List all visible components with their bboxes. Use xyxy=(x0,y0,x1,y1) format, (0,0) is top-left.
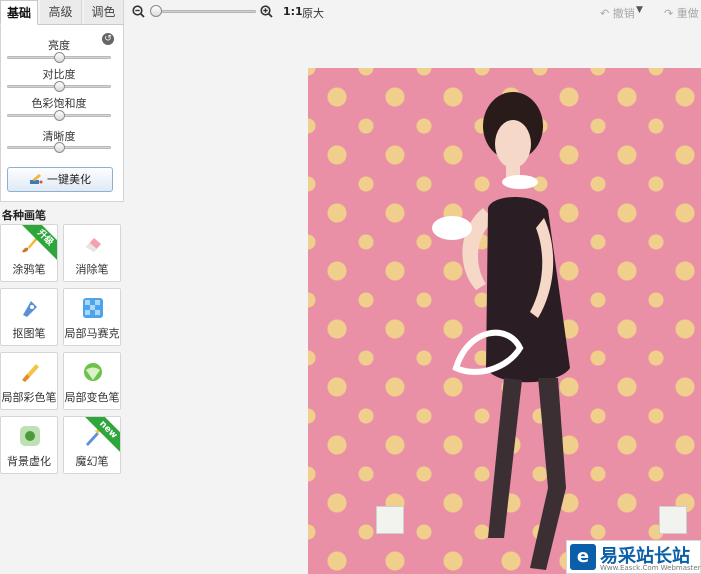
sharpness-slider-thumb[interactable] xyxy=(54,142,65,153)
contrast-label: 对比度 xyxy=(42,68,76,81)
redo-button[interactable]: ↷ 重做 xyxy=(664,5,699,21)
zoom-out-icon[interactable] xyxy=(132,5,145,18)
contrast-slider[interactable] xyxy=(7,81,111,92)
zoom-in-icon[interactable] xyxy=(260,5,273,18)
contrast-slider-thumb[interactable] xyxy=(54,81,65,92)
local-recolor-brush-tool[interactable]: 局部变色笔 xyxy=(63,352,121,410)
local-color-brush-tool[interactable]: 局部彩色笔 xyxy=(0,352,58,410)
wall-outlet xyxy=(376,506,404,534)
brushes-title: 各种画笔 xyxy=(2,209,46,222)
eraser-icon xyxy=(86,238,101,252)
cutout-pen-tool[interactable]: 抠图笔 xyxy=(0,288,58,346)
portrait-figure xyxy=(432,92,570,570)
redo-icon: ↷ xyxy=(664,7,677,20)
tab-advanced[interactable]: 高级 xyxy=(40,0,82,24)
zoom-slider-thumb[interactable] xyxy=(150,5,162,17)
actual-size-button[interactable]: 1:1 xyxy=(283,5,303,18)
magic-brush-tool[interactable]: new 魔幻笔 xyxy=(63,416,121,474)
background-blur-label: 背景虚化 xyxy=(7,455,51,468)
panel-tabs: 基础 高级 调色 xyxy=(0,0,124,25)
color-brush-icon xyxy=(22,364,39,382)
doodle-brush-label: 涂鸦笔 xyxy=(12,263,46,276)
brightness-label: 亮度 xyxy=(48,39,70,52)
tab-color[interactable]: 调色 xyxy=(84,0,124,24)
undo-icon: ↶ xyxy=(600,7,613,20)
top-toolbar: 1:1 原大 ↶ 撤销 ▼ ↷ 重做 xyxy=(124,0,701,24)
cutout-pen-label: 抠图笔 xyxy=(12,327,46,340)
undo-button[interactable]: ↶ 撤销 xyxy=(600,5,635,21)
blur-background-icon xyxy=(20,426,40,446)
zoom-slider[interactable] xyxy=(156,10,256,13)
beautify-wand-icon xyxy=(30,174,43,184)
sharpness-slider[interactable] xyxy=(7,142,111,153)
local-color-brush-label: 局部彩色笔 xyxy=(1,391,57,404)
eraser-tool[interactable]: 消除笔 xyxy=(63,224,121,282)
background-blur-tool[interactable]: 背景虚化 xyxy=(0,416,58,474)
undo-dropdown-icon[interactable]: ▼ xyxy=(636,5,643,15)
local-recolor-brush-label: 局部变色笔 xyxy=(64,391,120,404)
site-subtitle: Www.Easck.Com Webmaster xyxy=(600,564,701,572)
brightness-slider-thumb[interactable] xyxy=(54,52,65,63)
saturation-slider[interactable] xyxy=(7,110,111,121)
one-click-beautify-button[interactable]: 一键美化 xyxy=(7,167,113,192)
site-watermark: e 易采站长站 Www.Easck.Com Webmaster xyxy=(566,540,701,574)
doodle-brush-tool[interactable]: 升级 涂鸦笔 xyxy=(0,224,58,282)
tab-basic[interactable]: 基础 xyxy=(0,0,38,25)
local-mosaic-label: 局部马赛克 xyxy=(64,327,120,340)
redo-label: 重做 xyxy=(676,7,699,20)
mosaic-icon xyxy=(83,298,103,318)
wall-outlet xyxy=(659,506,687,534)
local-mosaic-tool[interactable]: 局部马赛克 xyxy=(63,288,121,346)
beautify-label: 一键美化 xyxy=(47,173,91,186)
magic-brush-label: 魔幻笔 xyxy=(75,455,109,468)
undo-label: 撤销 xyxy=(612,7,635,20)
brightness-slider[interactable] xyxy=(7,52,111,63)
recolor-brush-icon xyxy=(84,363,102,381)
adjust-panel: ↺ 亮度 对比度 色彩饱和度 清晰度 一键美化 xyxy=(0,25,124,202)
original-size-label[interactable]: 原大 xyxy=(302,5,324,21)
site-logo-icon: e xyxy=(570,544,596,570)
eraser-label: 消除笔 xyxy=(75,263,109,276)
saturation-slider-thumb[interactable] xyxy=(54,110,65,121)
cutout-pen-icon xyxy=(23,301,37,317)
saturation-label: 色彩饱和度 xyxy=(31,97,87,110)
left-panel: 基础 高级 调色 ↺ 亮度 对比度 色彩饱和度 清晰度 一键美化 各种画笔 升级… xyxy=(0,0,124,574)
photo-canvas[interactable] xyxy=(308,68,701,574)
